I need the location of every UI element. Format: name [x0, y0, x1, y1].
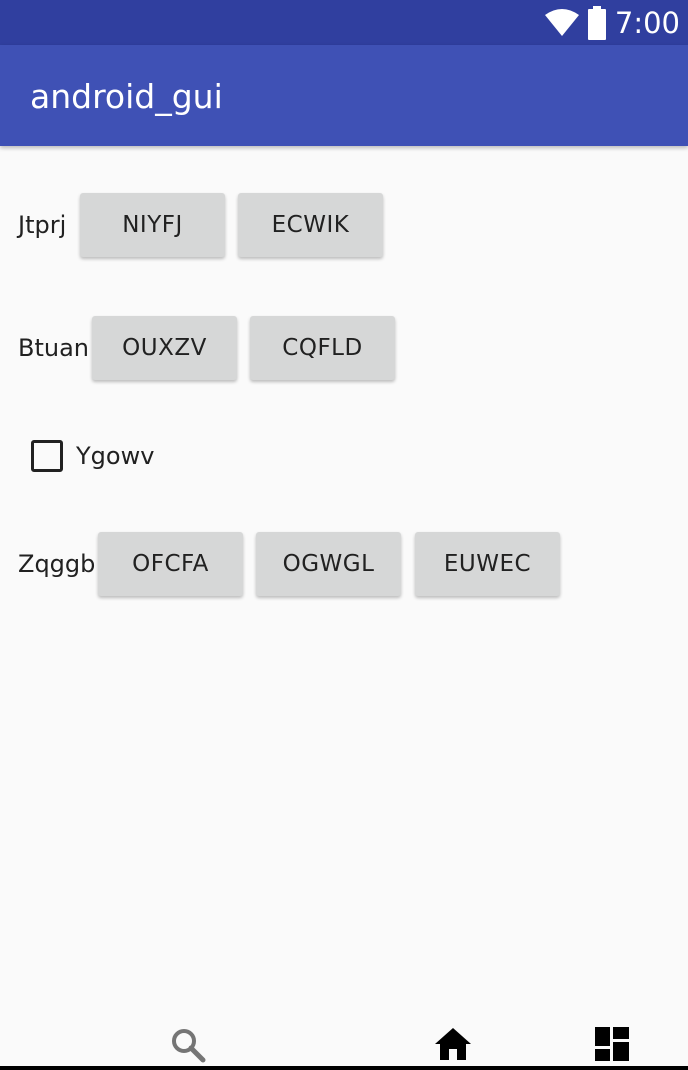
- ogwgl-button[interactable]: OGWGL: [256, 532, 401, 596]
- ofcfa-button[interactable]: OFCFA: [98, 532, 243, 596]
- row-label-btuan: Btuan: [18, 334, 90, 362]
- euwec-button[interactable]: EUWEC: [415, 532, 560, 596]
- app-title: android_gui: [30, 77, 223, 116]
- checkbox-label[interactable]: Ygowv: [76, 442, 154, 470]
- ouxzv-button[interactable]: OUXZV: [92, 316, 237, 380]
- search-icon[interactable]: [170, 1027, 206, 1063]
- ecwik-button[interactable]: ECWIK: [238, 193, 383, 257]
- row-label-jtprj: Jtprj: [18, 211, 67, 239]
- dashboard-icon[interactable]: [595, 1027, 629, 1061]
- battery-icon: [587, 5, 606, 40]
- nav-bottom-line: [0, 1066, 688, 1070]
- status-icons: 7:00: [544, 0, 680, 45]
- status-bar: 7:00: [0, 0, 688, 45]
- status-time: 7:00: [614, 5, 680, 40]
- niyfj-button[interactable]: NIYFJ: [80, 193, 225, 257]
- wifi-icon: [544, 8, 579, 36]
- cqfld-button[interactable]: CQFLD: [250, 316, 395, 380]
- row-label-zqggb: Zqggb: [18, 550, 96, 578]
- app-bar: android_gui: [0, 45, 688, 146]
- home-icon[interactable]: [435, 1028, 471, 1060]
- bottom-nav-bar: [0, 1000, 688, 1070]
- ygowv-checkbox[interactable]: [31, 440, 63, 472]
